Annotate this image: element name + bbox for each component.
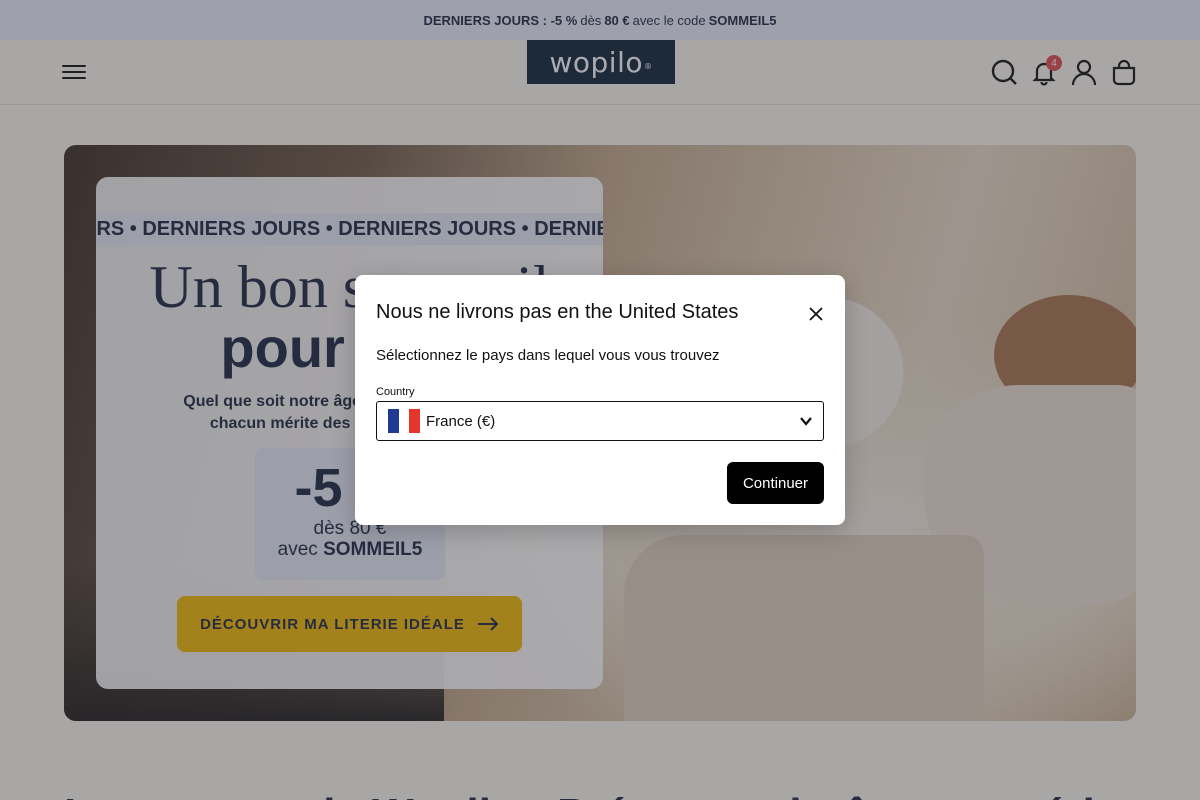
country-select[interactable]: France (€) bbox=[376, 401, 824, 441]
chevron-down-icon bbox=[800, 417, 812, 426]
fr-flag-icon bbox=[388, 409, 421, 433]
modal-title: Nous ne livrons pas en the United States bbox=[376, 301, 739, 323]
modal-subtitle: Sélectionnez le pays dans lequel vous vo… bbox=[376, 347, 720, 364]
close-icon[interactable] bbox=[805, 303, 827, 325]
country-select-value: France (€) bbox=[426, 412, 496, 430]
country-label: Country bbox=[376, 386, 415, 398]
continue-button[interactable]: Continuer bbox=[727, 462, 824, 504]
country-modal: Nous ne livrons pas en the United States… bbox=[355, 275, 845, 525]
